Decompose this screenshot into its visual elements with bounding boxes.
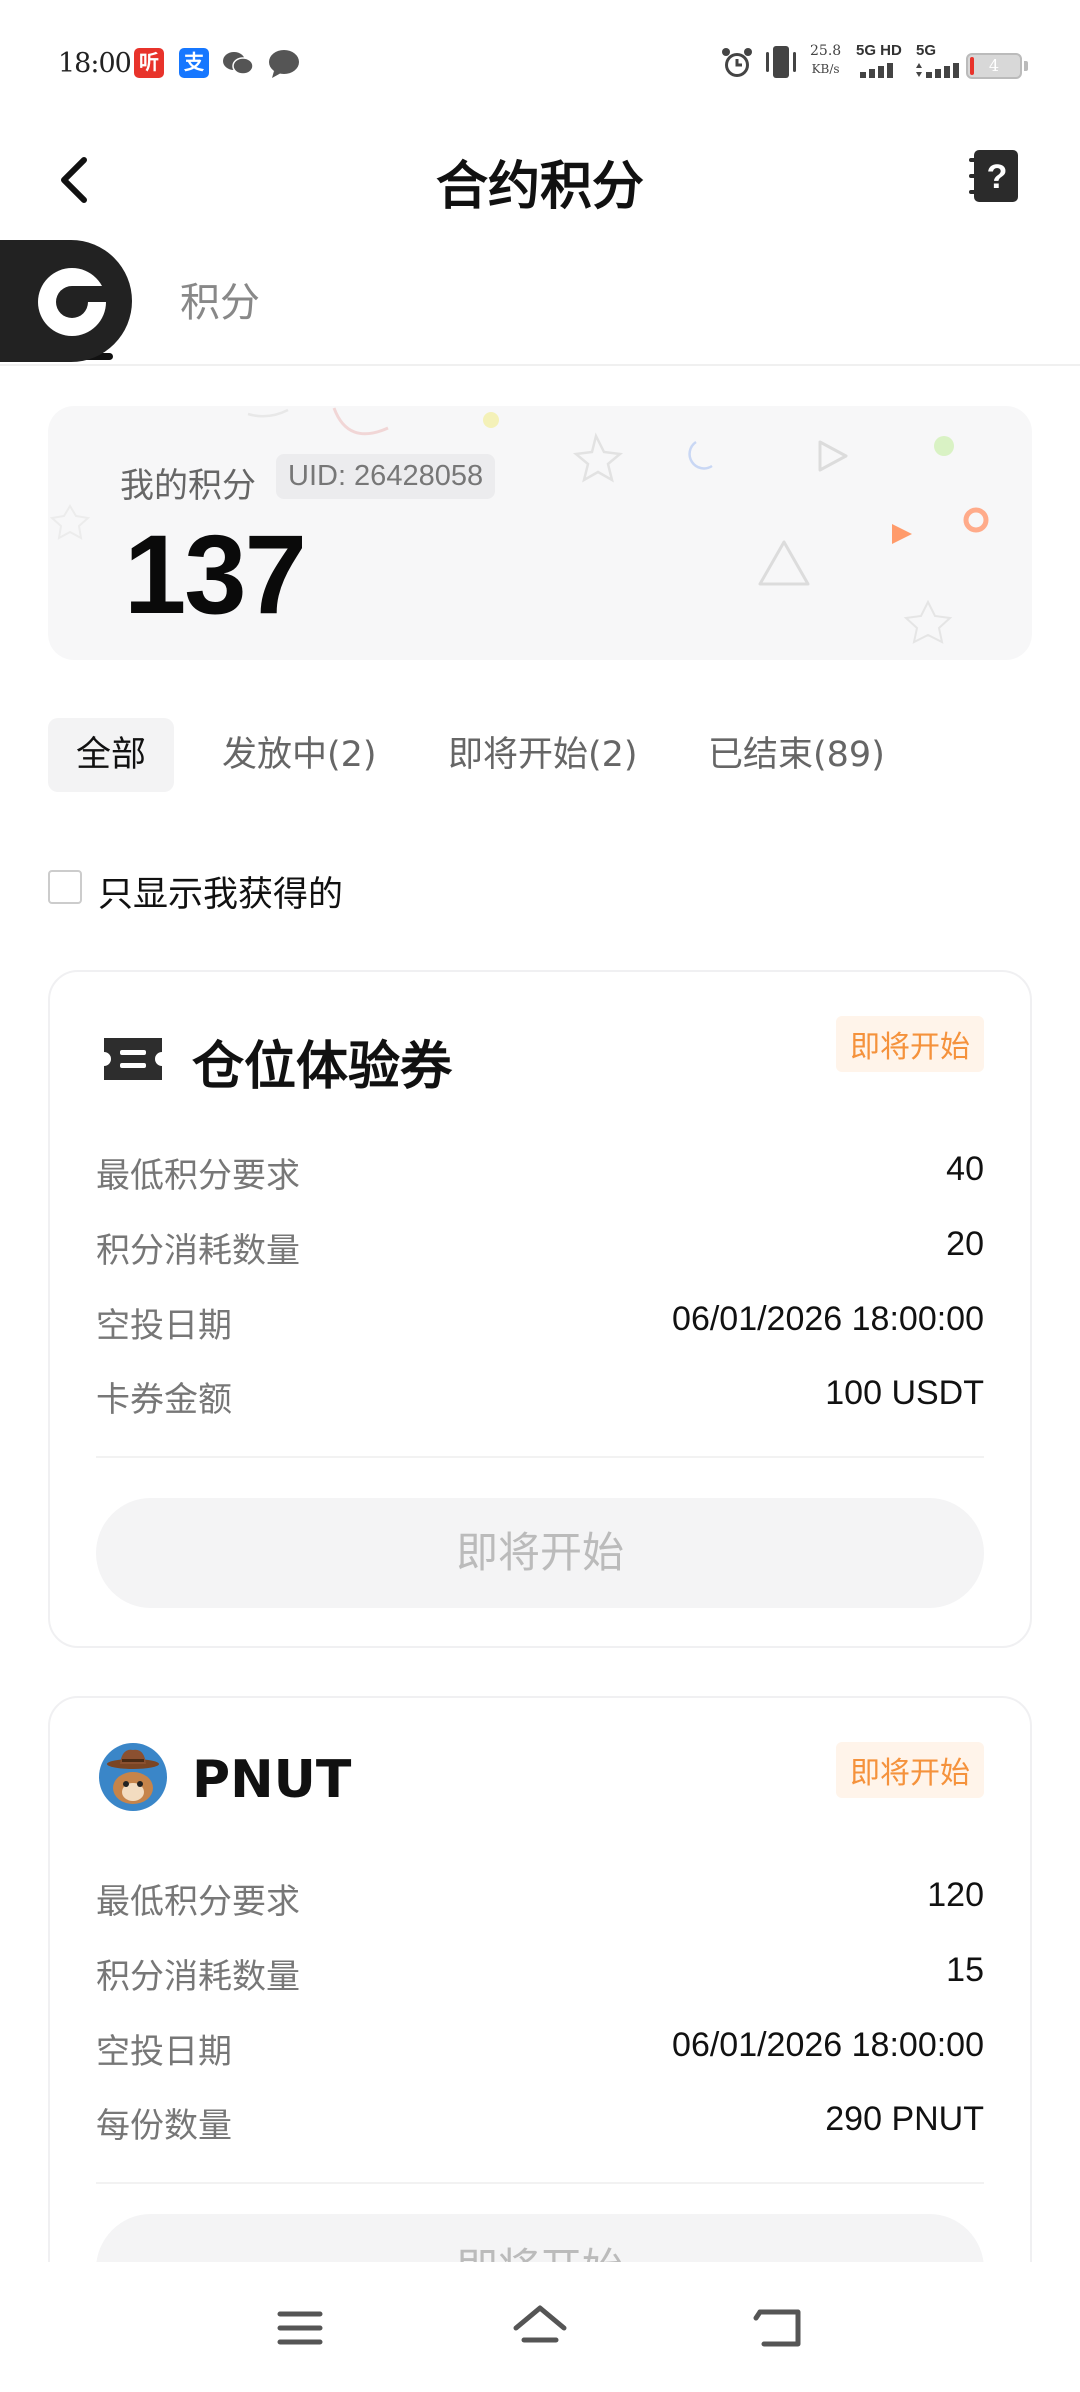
row-label: 空投日期 [96, 2032, 232, 2072]
airdrop-card: PNUT 即将开始 最低积分要求 120 积分消耗数量 15 空投日期 06/0… [48, 1696, 1032, 2324]
card-row: 空投日期 06/01/2026 18:00:00 [96, 2024, 984, 2074]
network-label-2: 5G [916, 42, 937, 59]
signal-icon-2 [916, 63, 959, 78]
points-label: 我的积分 [120, 466, 256, 506]
card-row: 积分消耗数量 20 [96, 1223, 984, 1273]
upcoming-button[interactable]: 即将开始 [96, 1498, 984, 1608]
status-time: 18:00 [58, 48, 132, 79]
pnut-squirrel-icon [99, 1743, 167, 1811]
battery-level: 4 [988, 56, 1000, 75]
card-row: 最低积分要求 40 [96, 1148, 984, 1198]
net-speed: 25.8 KB/s [810, 42, 841, 78]
airdrop-card: 仓位体验券 即将开始 最低积分要求 40 积分消耗数量 20 空投日期 06/0… [48, 970, 1032, 1648]
card-title: PNUT [192, 1750, 352, 1810]
system-nav-bar [0, 2262, 1080, 2392]
header: 合约积分 ? [0, 120, 1080, 240]
card-divider [96, 2182, 984, 2184]
card-row: 积分消耗数量 15 [96, 1949, 984, 1999]
page-title: 合约积分 [435, 157, 644, 217]
row-value: 15 [946, 1951, 984, 1989]
row-label: 最低积分要求 [96, 1882, 300, 1922]
card-row: 每份数量 290 PNUT [96, 2098, 984, 2148]
alipay-icon: 支 [179, 48, 209, 78]
card-row: 最低积分要求 120 [96, 1874, 984, 1924]
card-row: 空投日期 06/01/2026 18:00:00 [96, 1298, 984, 1348]
row-label: 每份数量 [96, 2106, 232, 2146]
row-value: 20 [946, 1225, 984, 1263]
battery-icon: 4 [966, 53, 1022, 79]
row-value: 06/01/2026 18:00:00 [672, 2026, 984, 2064]
status-filter: 全部 发放中(2) 即将开始(2) 已结束(89) [48, 718, 1032, 794]
alarm-icon [722, 48, 752, 77]
row-label: 空投日期 [96, 1306, 232, 1346]
status-badge: 即将开始 [836, 1742, 984, 1798]
vibrate-icon [766, 46, 796, 78]
card-divider [96, 1456, 984, 1458]
tab-points[interactable]: 积分 [180, 270, 260, 328]
row-value: 120 [927, 1876, 984, 1914]
signal-icon [860, 63, 893, 78]
row-label: 卡券金额 [96, 1380, 232, 1420]
row-label: 积分消耗数量 [96, 1957, 300, 1997]
filter-upcoming[interactable]: 即将开始(2) [448, 718, 638, 792]
filter-distributing[interactable]: 发放中(2) [222, 718, 377, 792]
row-value: 290 PNUT [825, 2100, 984, 2138]
network-label-1: 5G HD [856, 42, 902, 59]
card-title: 仓位体验券 [192, 1037, 453, 1097]
row-label: 最低积分要求 [96, 1156, 300, 1196]
filter-ended[interactable]: 已结束(89) [708, 718, 885, 792]
status-bar: 18:00 听 支 25.8 KB/s 5G HD 5G 4 [0, 0, 1080, 120]
ticket-icon [104, 1038, 162, 1080]
wechat-icon [223, 52, 254, 75]
exchange-logo-icon [38, 268, 108, 336]
tab-bar: 空投 积分 [0, 240, 1080, 366]
only-mine-label: 只显示我获得的 [98, 875, 344, 915]
net-speed-value: 25.8 [810, 43, 842, 59]
only-mine-checkbox[interactable] [48, 870, 82, 904]
message-icon [269, 50, 299, 78]
svg-text:?: ? [987, 158, 1008, 196]
floating-app-button[interactable] [0, 240, 132, 362]
net-speed-unit: KB/s [811, 62, 840, 76]
home-icon[interactable] [510, 2298, 570, 2358]
points-value: 137 [124, 512, 307, 637]
listen-app-icon: 听 [134, 48, 164, 78]
filter-all[interactable]: 全部 [48, 718, 175, 792]
menu-icon[interactable] [270, 2298, 330, 2358]
back-nav-icon[interactable] [750, 2298, 810, 2358]
uid-badge: UID: 26428058 [276, 454, 496, 499]
row-value: 100 USDT [825, 1374, 984, 1412]
row-value: 06/01/2026 18:00:00 [672, 1300, 984, 1338]
row-label: 积分消耗数量 [96, 1231, 300, 1271]
row-value: 40 [946, 1150, 984, 1188]
points-card: 我的积分 UID: 26428058 137 [48, 406, 1032, 660]
status-right: 25.8 KB/s 5G HD 5G 4 [720, 40, 1080, 86]
status-badge: 即将开始 [836, 1016, 984, 1072]
card-row: 卡券金额 100 USDT [96, 1372, 984, 1422]
help-book-icon[interactable]: ? [966, 146, 1022, 206]
